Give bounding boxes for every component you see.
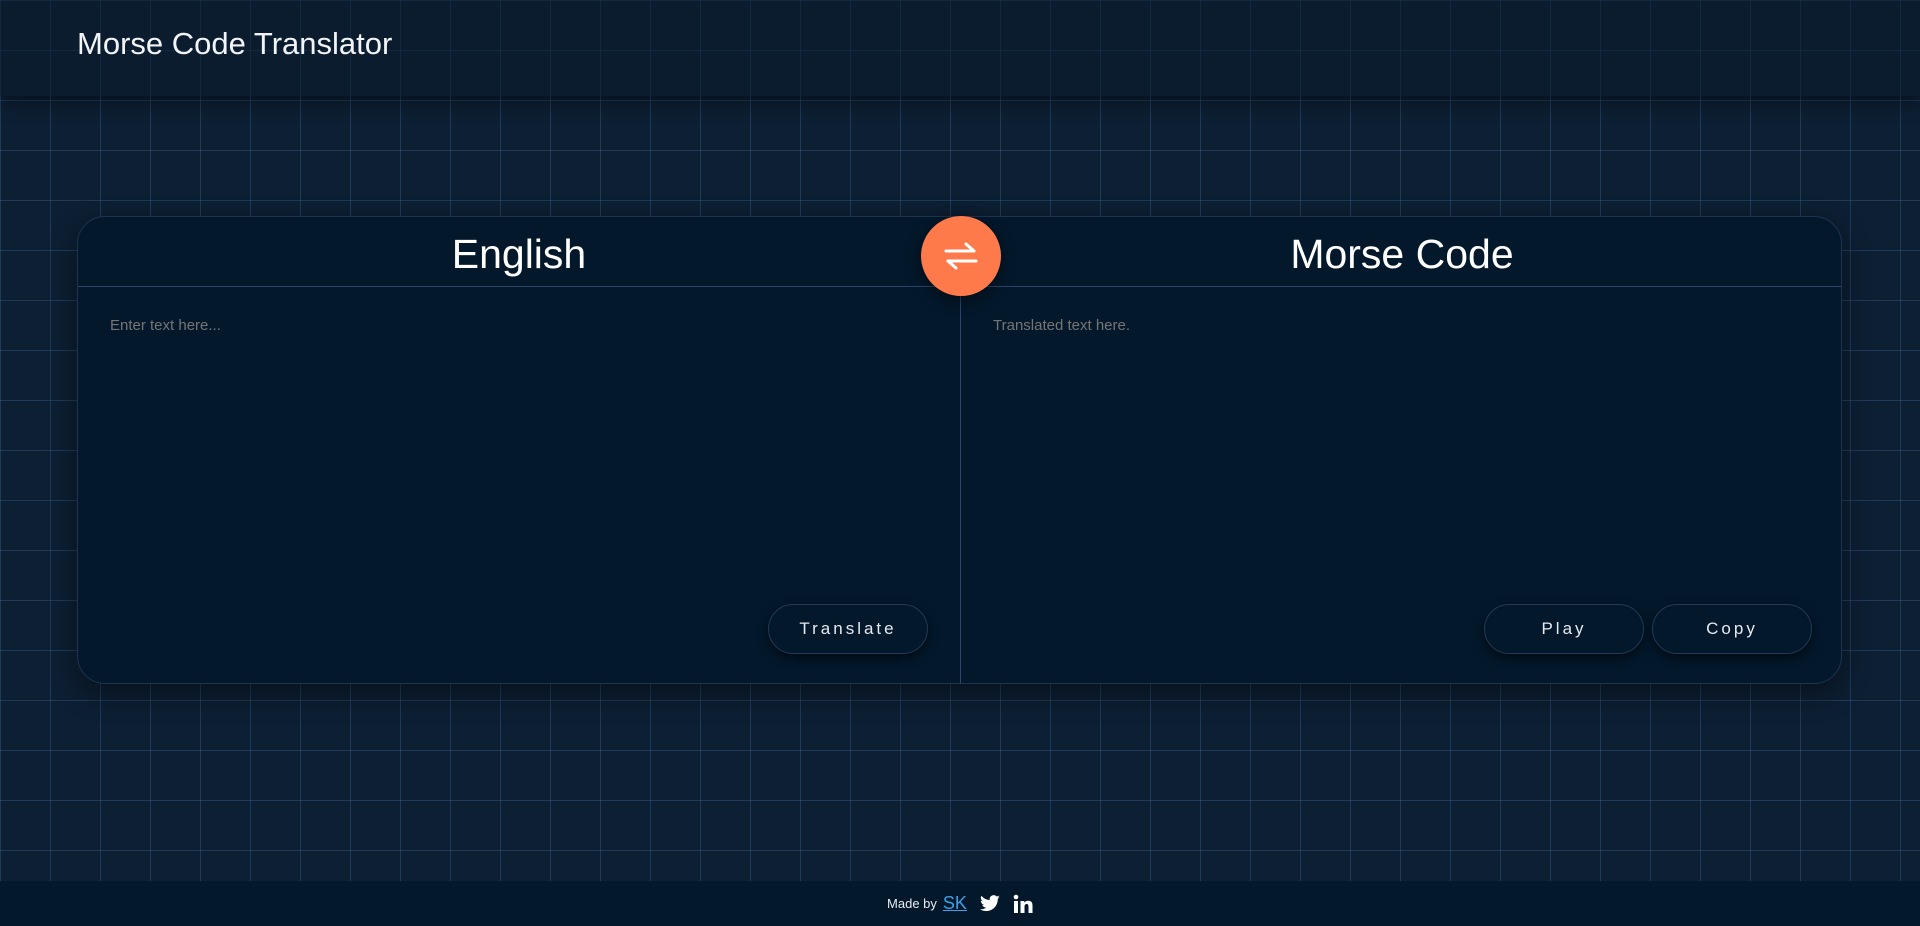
source-language-title: English: [451, 231, 587, 277]
translator-card: English Morse Code Translate Play Copy: [77, 216, 1842, 684]
app-header: Morse Code Translator: [0, 0, 1920, 96]
footer: Made by SK: [0, 881, 1920, 926]
english-text-input[interactable]: [110, 317, 930, 577]
panel-divider: [960, 286, 961, 684]
translate-button[interactable]: Translate: [768, 604, 928, 654]
play-button[interactable]: Play: [1484, 604, 1644, 654]
made-by-label: Made by: [887, 896, 937, 911]
author-link[interactable]: SK: [943, 893, 967, 914]
app-title: Morse Code Translator: [77, 26, 393, 61]
copy-button[interactable]: Copy: [1652, 604, 1812, 654]
swap-languages-button[interactable]: [921, 216, 1001, 296]
twitter-icon[interactable]: [979, 894, 1001, 913]
swap-arrows-icon: [942, 241, 980, 271]
target-language-title: Morse Code: [1290, 231, 1514, 277]
linkedin-icon[interactable]: [1013, 894, 1033, 914]
morse-output-field[interactable]: [993, 317, 1813, 577]
